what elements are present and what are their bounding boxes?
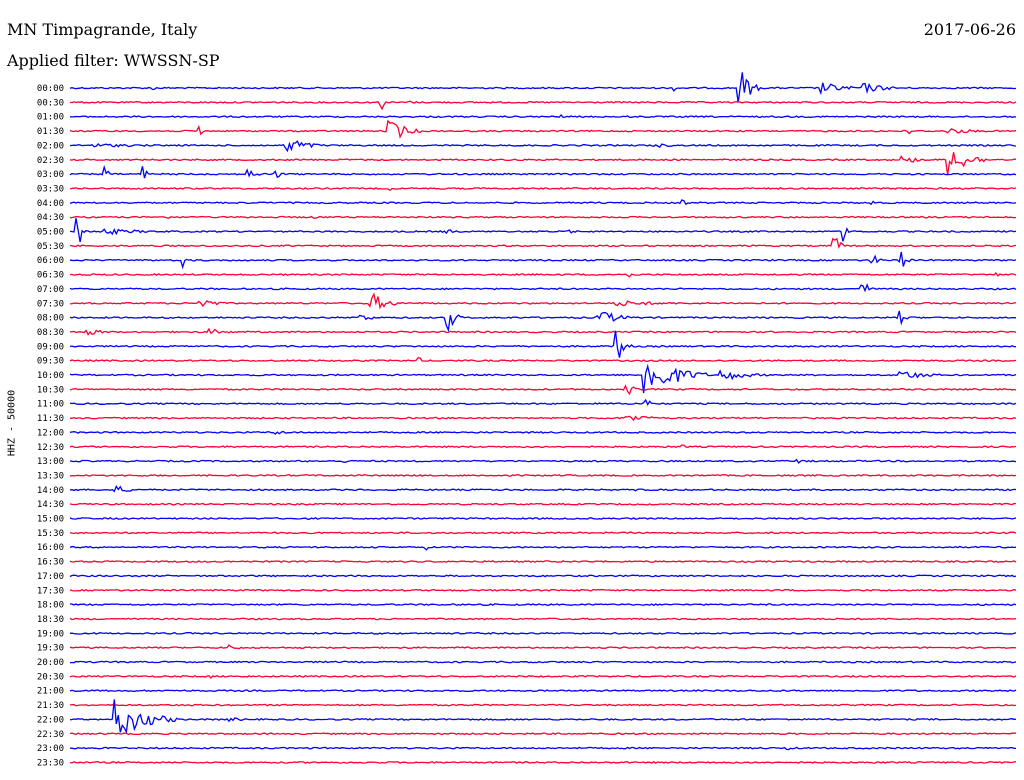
time-tick-label: 12:30 — [37, 443, 64, 453]
time-tick-label: 11:00 — [37, 400, 64, 410]
trace-line — [69, 218, 1017, 243]
trace-line — [69, 660, 1017, 664]
helicorder-plot: 00:00 00:30 01:00 01:30 02:00 02:30 03:00 03:30… — [37, 72, 1017, 768]
time-tick-label: 02:00 — [37, 141, 64, 151]
trace-line — [69, 283, 1017, 293]
time-tick-label: 23:00 — [37, 744, 64, 754]
trace-line — [69, 517, 1017, 520]
time-tick-label: 20:00 — [37, 658, 64, 668]
trace-line — [69, 444, 1017, 449]
trace-line — [69, 398, 1017, 407]
trace-line — [69, 458, 1017, 464]
trace-line — [69, 617, 1017, 621]
time-tick-label: 09:30 — [37, 357, 64, 367]
time-tick-label: 15:30 — [37, 529, 64, 539]
time-tick-label: 22:00 — [37, 715, 64, 725]
trace-line — [69, 502, 1017, 506]
trace-line — [69, 689, 1017, 693]
time-tick-label: 07:00 — [37, 285, 64, 295]
trace-line — [69, 484, 1017, 493]
trace-line — [69, 430, 1017, 435]
trace-line — [69, 251, 1017, 270]
trace-line — [69, 761, 1017, 764]
trace-line — [69, 152, 1017, 175]
time-tick-label: 06:30 — [37, 271, 64, 281]
time-tick-label: 11:30 — [37, 414, 64, 424]
trace-line — [69, 560, 1017, 563]
trace-line — [69, 310, 1017, 333]
time-tick-label: 22:30 — [37, 730, 64, 740]
time-tick-label: 20:30 — [37, 672, 64, 682]
time-tick-label: 14:00 — [37, 486, 64, 496]
trace-line — [69, 703, 1017, 707]
time-tick-label: 10:30 — [37, 385, 64, 395]
time-tick-label: 19:00 — [37, 629, 64, 639]
trace-line — [69, 215, 1017, 219]
time-tick-label: 12:00 — [37, 428, 64, 438]
trace-line — [69, 746, 1017, 751]
trace-line — [69, 356, 1017, 363]
trace-line — [69, 631, 1017, 635]
time-tick-label: 02:30 — [37, 156, 64, 166]
time-tick-label: 05:00 — [37, 228, 64, 238]
trace-line — [69, 199, 1017, 206]
time-tick-label: 19:30 — [37, 644, 64, 654]
time-tick-label: 13:30 — [37, 471, 64, 481]
time-tick-label: 04:00 — [37, 199, 64, 209]
time-tick-label: 01:00 — [37, 113, 64, 123]
time-tick-label: 18:30 — [37, 615, 64, 625]
trace-line — [69, 140, 1017, 153]
trace-line — [69, 415, 1017, 422]
trace-line — [69, 271, 1017, 278]
time-tick-label: 16:30 — [37, 558, 64, 568]
time-tick-label: 21:30 — [37, 701, 64, 711]
time-tick-label: 15:00 — [37, 515, 64, 525]
time-tick-label: 05:30 — [37, 242, 64, 252]
time-tick-label: 06:00 — [37, 256, 64, 266]
trace-line — [69, 732, 1017, 736]
trace-line — [69, 674, 1017, 679]
trace-line — [69, 330, 1017, 358]
trace-line — [69, 474, 1017, 477]
time-tick-label: 17:00 — [37, 572, 64, 582]
trace-line — [69, 574, 1017, 578]
trace-line — [69, 164, 1017, 179]
time-tick-label: 18:00 — [37, 601, 64, 611]
trace-line — [69, 114, 1017, 119]
time-tick-label: 00:00 — [37, 84, 64, 94]
time-tick-label: 14:30 — [37, 500, 64, 510]
trace-line — [69, 187, 1017, 192]
trace-line — [69, 72, 1017, 103]
time-tick-label: 00:30 — [37, 98, 64, 108]
time-tick-label: 03:30 — [37, 184, 64, 194]
trace-line — [69, 644, 1017, 650]
time-tick-label: 10:00 — [37, 371, 64, 381]
trace-line — [69, 100, 1017, 111]
time-tick-label: 13:00 — [37, 457, 64, 467]
trace-line — [69, 588, 1017, 592]
trace-line — [69, 237, 1017, 250]
time-tick-label: 16:00 — [37, 543, 64, 553]
trace-line — [69, 531, 1017, 535]
trace-line — [69, 545, 1017, 551]
time-tick-label: 01:30 — [37, 127, 64, 137]
time-tick-label: 08:00 — [37, 314, 64, 324]
trace-line — [69, 603, 1017, 607]
time-tick-label: 17:30 — [37, 586, 64, 596]
trace-line — [69, 119, 1017, 139]
trace-line — [69, 327, 1017, 336]
trace-line — [69, 292, 1016, 310]
time-tick-label: 23:30 — [37, 758, 64, 768]
time-tick-label: 03:00 — [37, 170, 64, 180]
time-tick-label: 21:00 — [37, 687, 64, 697]
time-tick-label: 08:30 — [37, 328, 64, 338]
time-tick-label: 04:30 — [37, 213, 64, 223]
time-tick-label: 07:30 — [37, 299, 64, 309]
time-tick-label: 09:00 — [37, 342, 64, 352]
trace-line — [69, 384, 1017, 396]
